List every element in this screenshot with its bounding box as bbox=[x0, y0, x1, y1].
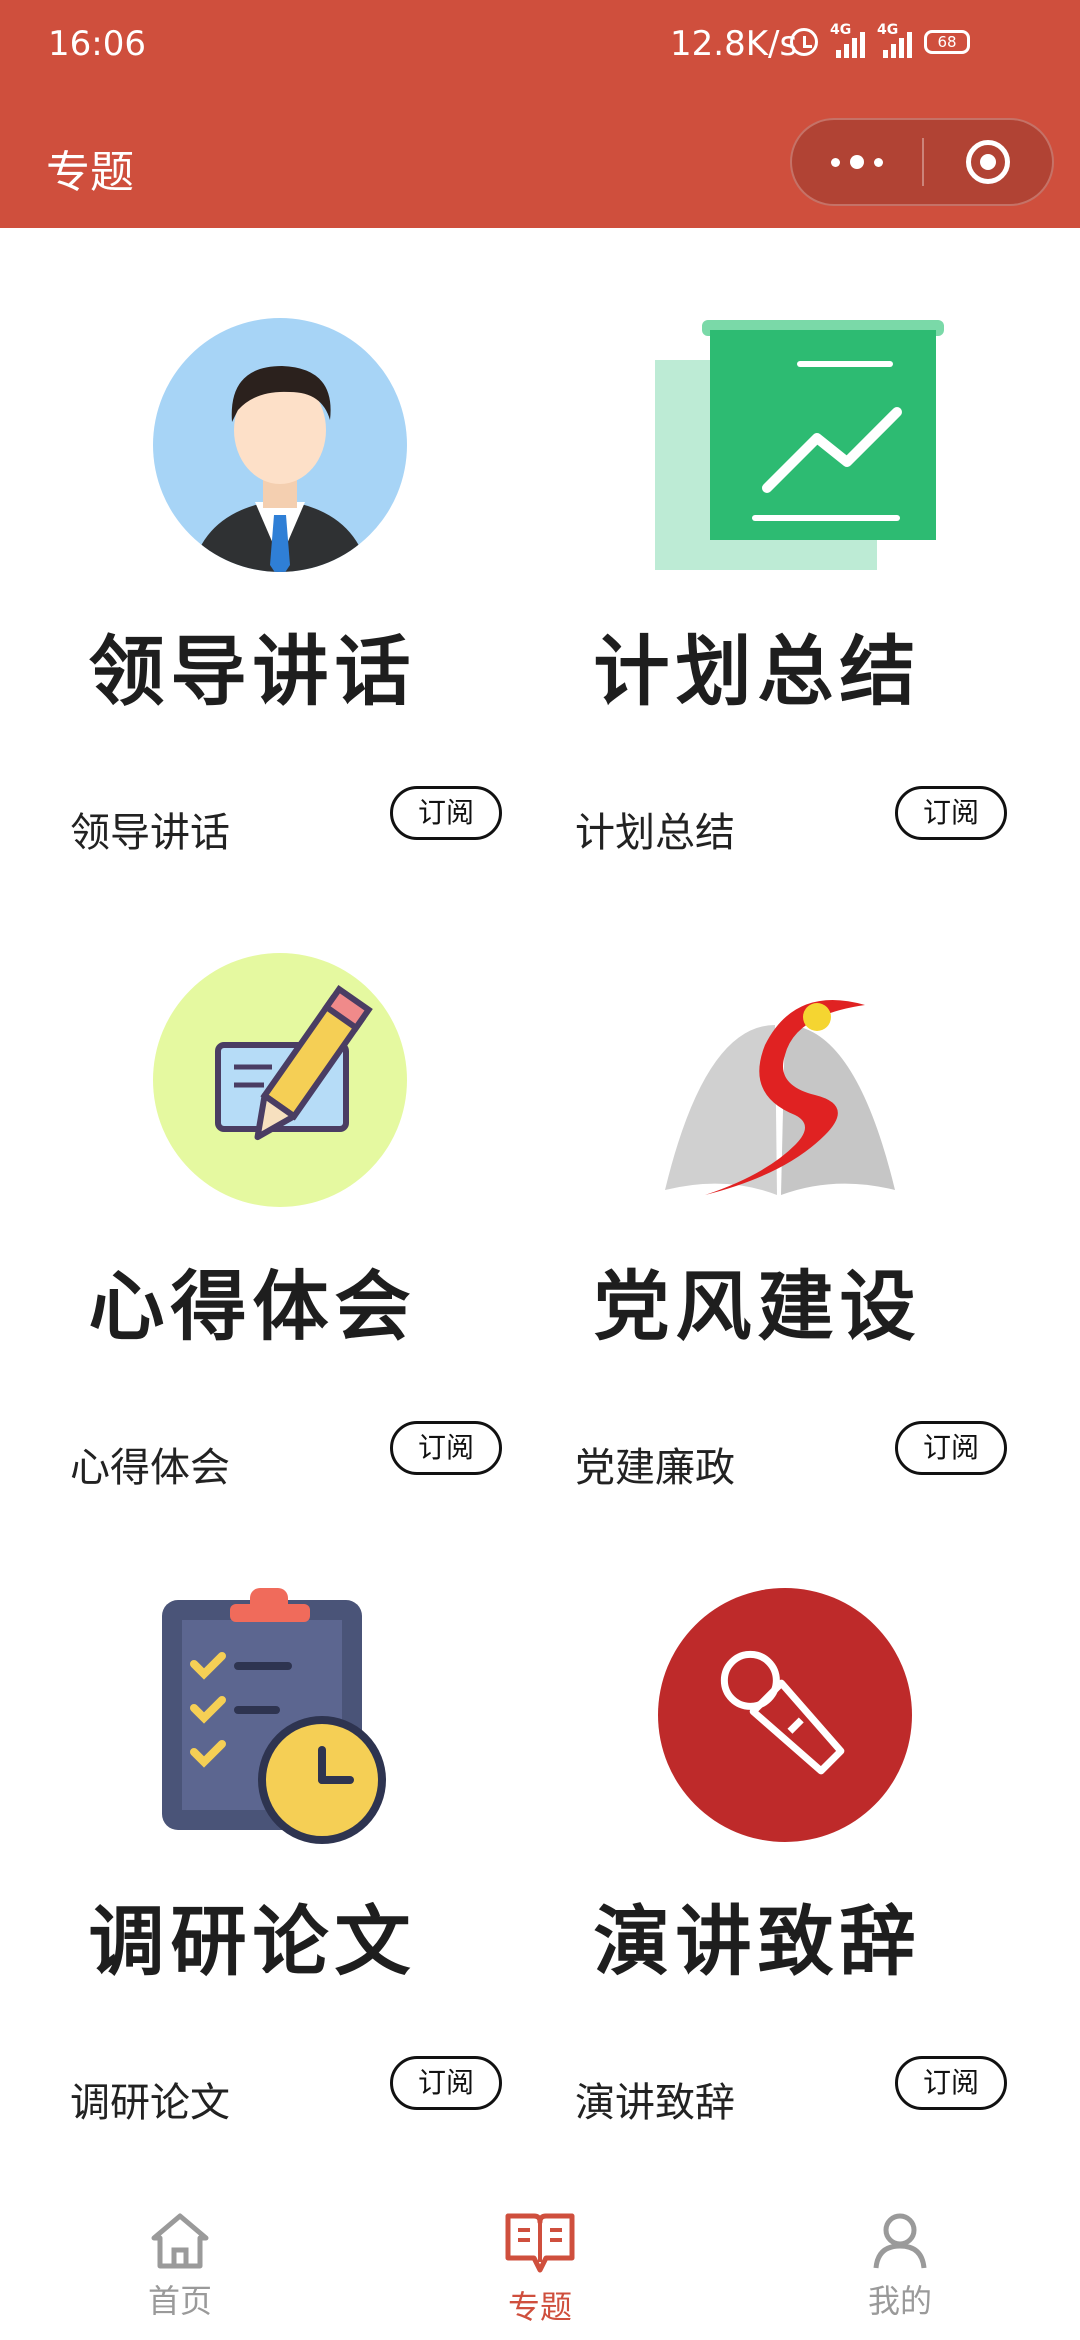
chart-board-icon bbox=[655, 320, 944, 570]
target-icon bbox=[965, 140, 1010, 184]
tab-home[interactable]: 首页 bbox=[0, 2160, 360, 2340]
book-icon bbox=[505, 2213, 575, 2273]
status-icons: 4G 4G 68 bbox=[790, 22, 970, 58]
tab-label: 专题 bbox=[507, 2288, 572, 2326]
topic-name: 计划总结 bbox=[575, 810, 735, 856]
subscribe-button[interactable]: 订阅 bbox=[895, 2056, 1007, 2110]
page-title: 专题 bbox=[46, 147, 134, 198]
topic-name: 心得体会 bbox=[70, 1445, 230, 1491]
close-mini-program-button[interactable] bbox=[924, 140, 1052, 184]
user-icon bbox=[873, 2213, 927, 2269]
clipboard-clock-icon bbox=[162, 1588, 386, 1844]
subscribe-button[interactable]: 订阅 bbox=[390, 1421, 502, 1475]
signal-icon: 4G bbox=[877, 22, 912, 58]
topic-card-leader-speech[interactable]: 领导讲话 领导讲话 订阅 bbox=[0, 310, 505, 870]
tab-label: 首页 bbox=[147, 2282, 212, 2320]
topic-card-research-paper[interactable]: 调研论文 调研论文 订阅 bbox=[0, 1580, 505, 2140]
tab-topics[interactable]: 专题 bbox=[360, 2160, 720, 2340]
topic-title: 领导讲话 bbox=[88, 627, 417, 716]
topic-name: 党建廉政 bbox=[575, 1445, 735, 1491]
mini-program-capsule bbox=[790, 118, 1054, 206]
alarm-icon bbox=[790, 28, 818, 56]
app-header: 16:06 12.8K/s 4G 4G 68 专题 bbox=[0, 0, 1080, 228]
topic-title: 计划总结 bbox=[593, 627, 922, 716]
status-time: 16:06 bbox=[48, 24, 146, 64]
subscribe-button[interactable]: 订阅 bbox=[390, 2056, 502, 2110]
topic-card-plan-summary[interactable]: 计划总结 计划总结 订阅 bbox=[505, 310, 1010, 870]
topic-card-experience[interactable]: 心得体会 心得体会 订阅 bbox=[0, 945, 505, 1505]
tab-label: 我的 bbox=[867, 2282, 932, 2320]
tab-mine[interactable]: 我的 bbox=[720, 2160, 1080, 2340]
network-speed: 12.8K/s bbox=[670, 24, 798, 64]
party-book-icon bbox=[665, 1000, 895, 1195]
topic-title: 心得体会 bbox=[88, 1262, 417, 1351]
topic-name: 领导讲话 bbox=[70, 810, 230, 856]
microphone-icon bbox=[658, 1588, 912, 1842]
topic-name: 调研论文 bbox=[70, 2080, 230, 2126]
bottom-tab-bar: 首页 专题 我的 bbox=[0, 2160, 1080, 2340]
topic-title: 演讲致辞 bbox=[593, 1897, 922, 1986]
topic-card-party-building[interactable]: 党风建设 党建廉政 订阅 bbox=[505, 945, 1010, 1505]
topic-title: 党风建设 bbox=[593, 1262, 922, 1351]
topic-name: 演讲致辞 bbox=[575, 2080, 735, 2126]
pencil-note-icon bbox=[153, 953, 407, 1207]
battery-icon: 68 bbox=[924, 30, 970, 54]
subscribe-button[interactable]: 订阅 bbox=[390, 786, 502, 840]
leader-avatar-icon bbox=[153, 318, 407, 572]
more-icon[interactable] bbox=[792, 155, 922, 169]
home-icon bbox=[151, 2213, 209, 2269]
signal-icon: 4G bbox=[830, 22, 865, 58]
topic-title: 调研论文 bbox=[88, 1897, 417, 1986]
topic-card-speech[interactable]: 演讲致辞 演讲致辞 订阅 bbox=[505, 1580, 1010, 2140]
subscribe-button[interactable]: 订阅 bbox=[895, 1421, 1007, 1475]
subscribe-button[interactable]: 订阅 bbox=[895, 786, 1007, 840]
